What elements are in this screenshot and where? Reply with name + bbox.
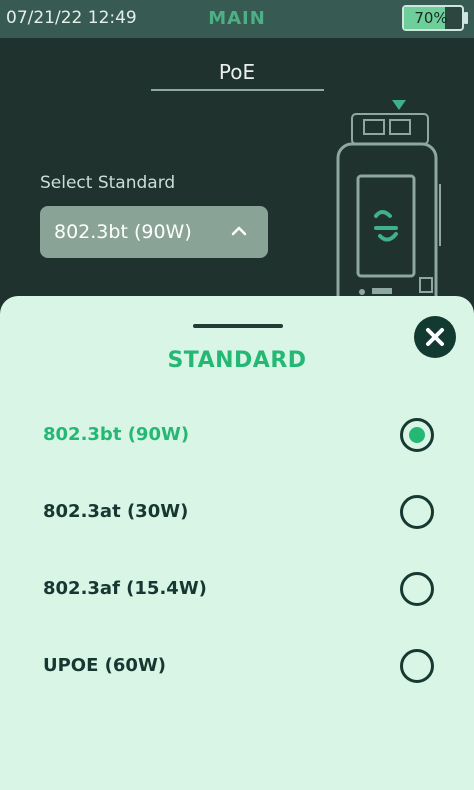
tester-device-icon (336, 100, 441, 306)
battery-tip (464, 12, 468, 24)
standard-option-label: 802.3at (30W) (43, 501, 189, 522)
standard-option[interactable]: 802.3af (15.4W) (0, 560, 474, 620)
close-icon (426, 328, 444, 346)
standard-option[interactable]: UPOE (60W) (0, 637, 474, 697)
radio-selected[interactable] (400, 418, 434, 452)
radio-dot (409, 427, 425, 443)
select-standard-label: Select Standard (40, 173, 176, 193)
standard-option-label: 802.3bt (90W) (43, 424, 190, 445)
standard-option-label: UPOE (60W) (43, 655, 167, 676)
radio-unselected[interactable] (400, 649, 434, 683)
battery-label: 70% (414, 9, 448, 27)
standard-option[interactable]: 802.3at (30W) (0, 483, 474, 543)
standard-option-label: 802.3af (15.4W) (43, 578, 207, 599)
chevron-up-icon (231, 226, 247, 236)
radio-unselected[interactable] (400, 495, 434, 529)
page-title-underline (151, 89, 324, 91)
standard-option[interactable]: 802.3bt (90W) (0, 406, 474, 466)
standard-select-value: 802.3bt (90W) (54, 221, 192, 243)
sheet-drag-handle[interactable] (193, 324, 283, 328)
standard-select[interactable]: 802.3bt (90W) (40, 206, 268, 258)
radio-unselected[interactable] (400, 572, 434, 606)
sheet-title: STANDARD (167, 348, 307, 373)
page-title: PoE (218, 60, 256, 84)
